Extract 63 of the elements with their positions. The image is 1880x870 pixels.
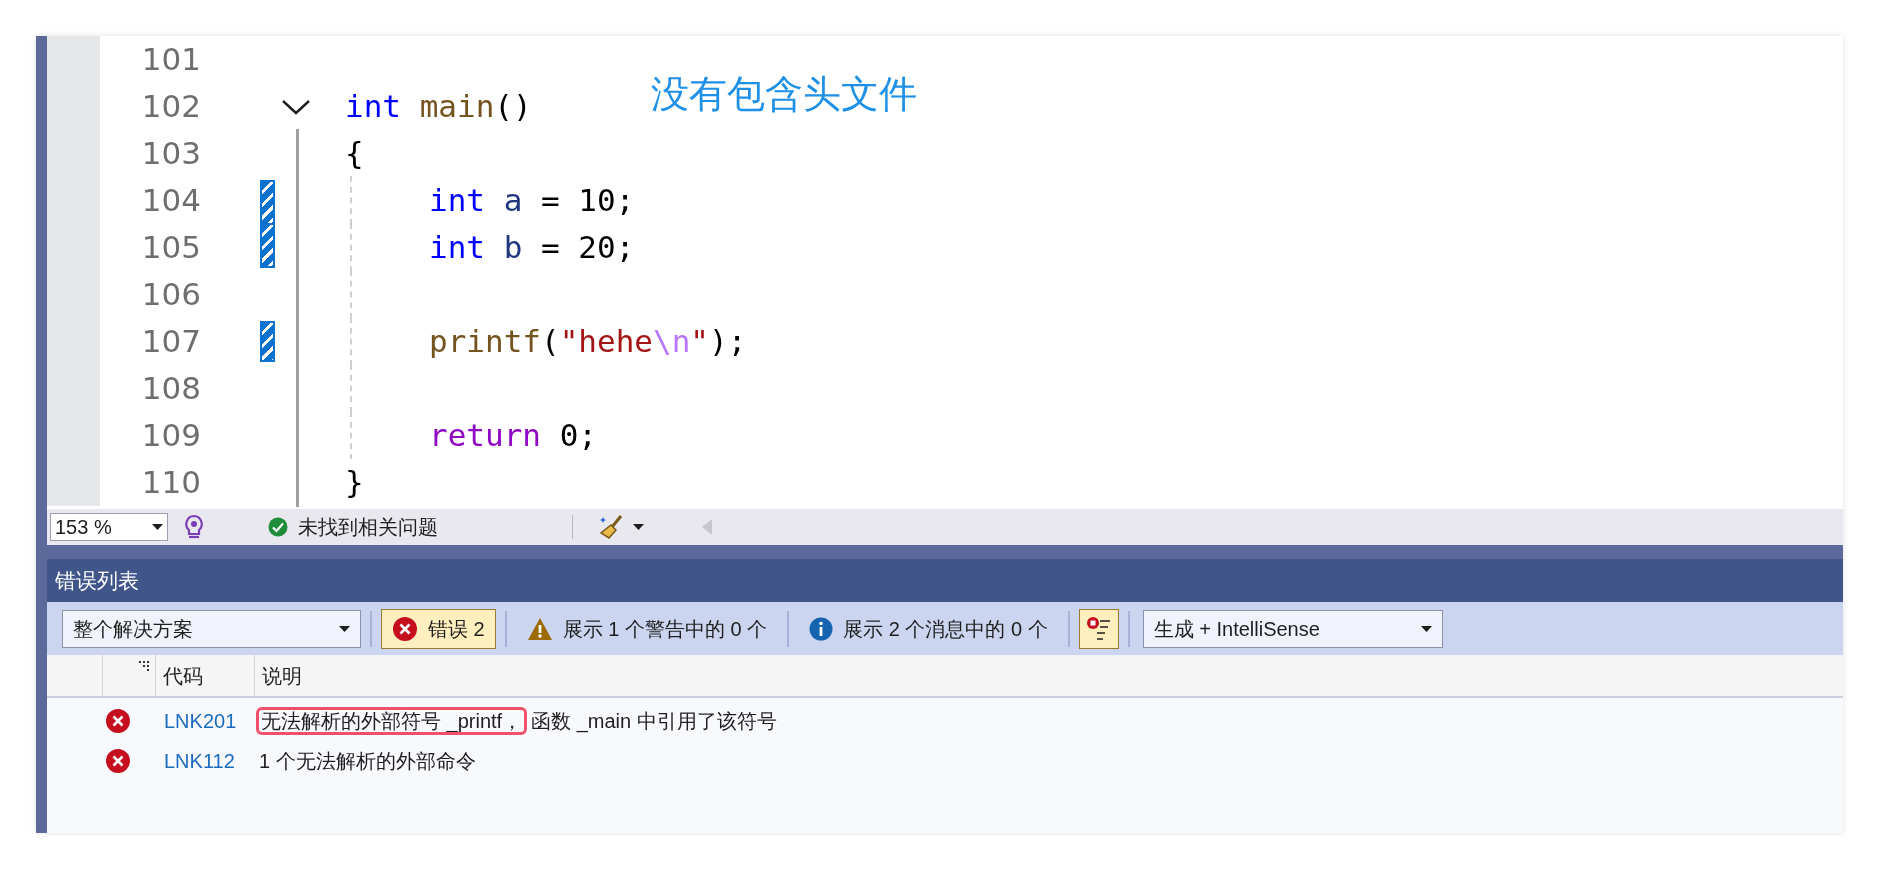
annotation-text: 没有包含头文件	[651, 72, 917, 117]
line-number: 102	[140, 87, 201, 127]
line-number: 110	[140, 463, 201, 503]
error-icon	[392, 615, 418, 642]
code-token: 20;	[578, 228, 635, 268]
line-number: 103	[140, 134, 201, 174]
filter-warnings-button[interactable]: 展示 1 个警告中的 0 个	[515, 608, 779, 649]
warning-icon	[526, 616, 553, 641]
error-description: 1 个无法解析的外部命令	[258, 749, 476, 774]
line-number: 101	[140, 40, 201, 80]
line-number: 107	[140, 322, 201, 362]
line-number: 104	[140, 181, 201, 221]
code-token: 0;	[559, 416, 597, 456]
error-code-link[interactable]: LNK201	[157, 706, 255, 736]
code-token: ()	[494, 87, 532, 127]
issues-status[interactable]: 未找到相关问题	[298, 512, 438, 542]
caret-icon	[1420, 625, 1432, 632]
column-header[interactable]: 代码	[163, 660, 203, 691]
code-token: a	[503, 181, 524, 221]
line-number: 105	[140, 228, 201, 268]
cleanup-button[interactable]	[599, 514, 644, 540]
collapse-chevron-icon[interactable]	[281, 98, 311, 115]
caret-icon	[152, 524, 163, 530]
code-token: 10;	[578, 181, 635, 221]
caret-icon	[633, 524, 644, 530]
filter-messages-button[interactable]: 展示 2 个消息中的 0 个	[798, 608, 1059, 649]
caret-icon	[339, 625, 350, 632]
code-token: (	[541, 322, 560, 362]
scope-dropdown[interactable]: 整个解决方案	[62, 609, 361, 648]
check-icon[interactable]	[268, 517, 288, 537]
line-number: 108	[140, 369, 201, 409]
source-dropdown[interactable]: 生成 + IntelliSense	[1142, 609, 1443, 648]
error-icon	[105, 708, 131, 734]
code-token: int	[345, 87, 402, 127]
code-token: =	[541, 228, 561, 268]
code-token: return	[429, 416, 542, 456]
code-token: =	[541, 181, 561, 221]
lightbulb-icon[interactable]	[182, 514, 206, 540]
code-token: "	[690, 322, 709, 362]
code-token: printf	[429, 322, 541, 362]
broom-icon	[599, 514, 625, 540]
code-token: b	[503, 228, 524, 268]
code-token: int	[429, 228, 486, 268]
error-code-link[interactable]: LNK112	[157, 746, 255, 776]
code-token: \n	[653, 322, 691, 362]
code-token: {	[345, 134, 364, 174]
code-token: int	[429, 181, 486, 221]
column-header[interactable]: 说明	[262, 660, 302, 691]
zoom-dropdown[interactable]: 153 %	[50, 513, 168, 541]
error-icon	[105, 748, 131, 774]
code-token: );	[709, 322, 747, 362]
column-options-icon[interactable]	[139, 661, 149, 671]
filter-toggle-button[interactable]	[1078, 608, 1119, 649]
line-number: 106	[140, 275, 201, 315]
code-token: main	[419, 87, 495, 127]
code-token: }	[345, 463, 364, 503]
panel-title: 错误列表	[47, 559, 1843, 602]
code-token: "hehe	[559, 322, 653, 362]
filter-list-icon	[1085, 615, 1112, 642]
line-number: 109	[140, 416, 201, 456]
error-description: 无法解析的外部符号 _printf， 函数 _main 中引用了该符号	[255, 706, 777, 736]
info-icon	[809, 616, 834, 641]
filter-errors-button[interactable]: 错误 2	[381, 608, 496, 649]
